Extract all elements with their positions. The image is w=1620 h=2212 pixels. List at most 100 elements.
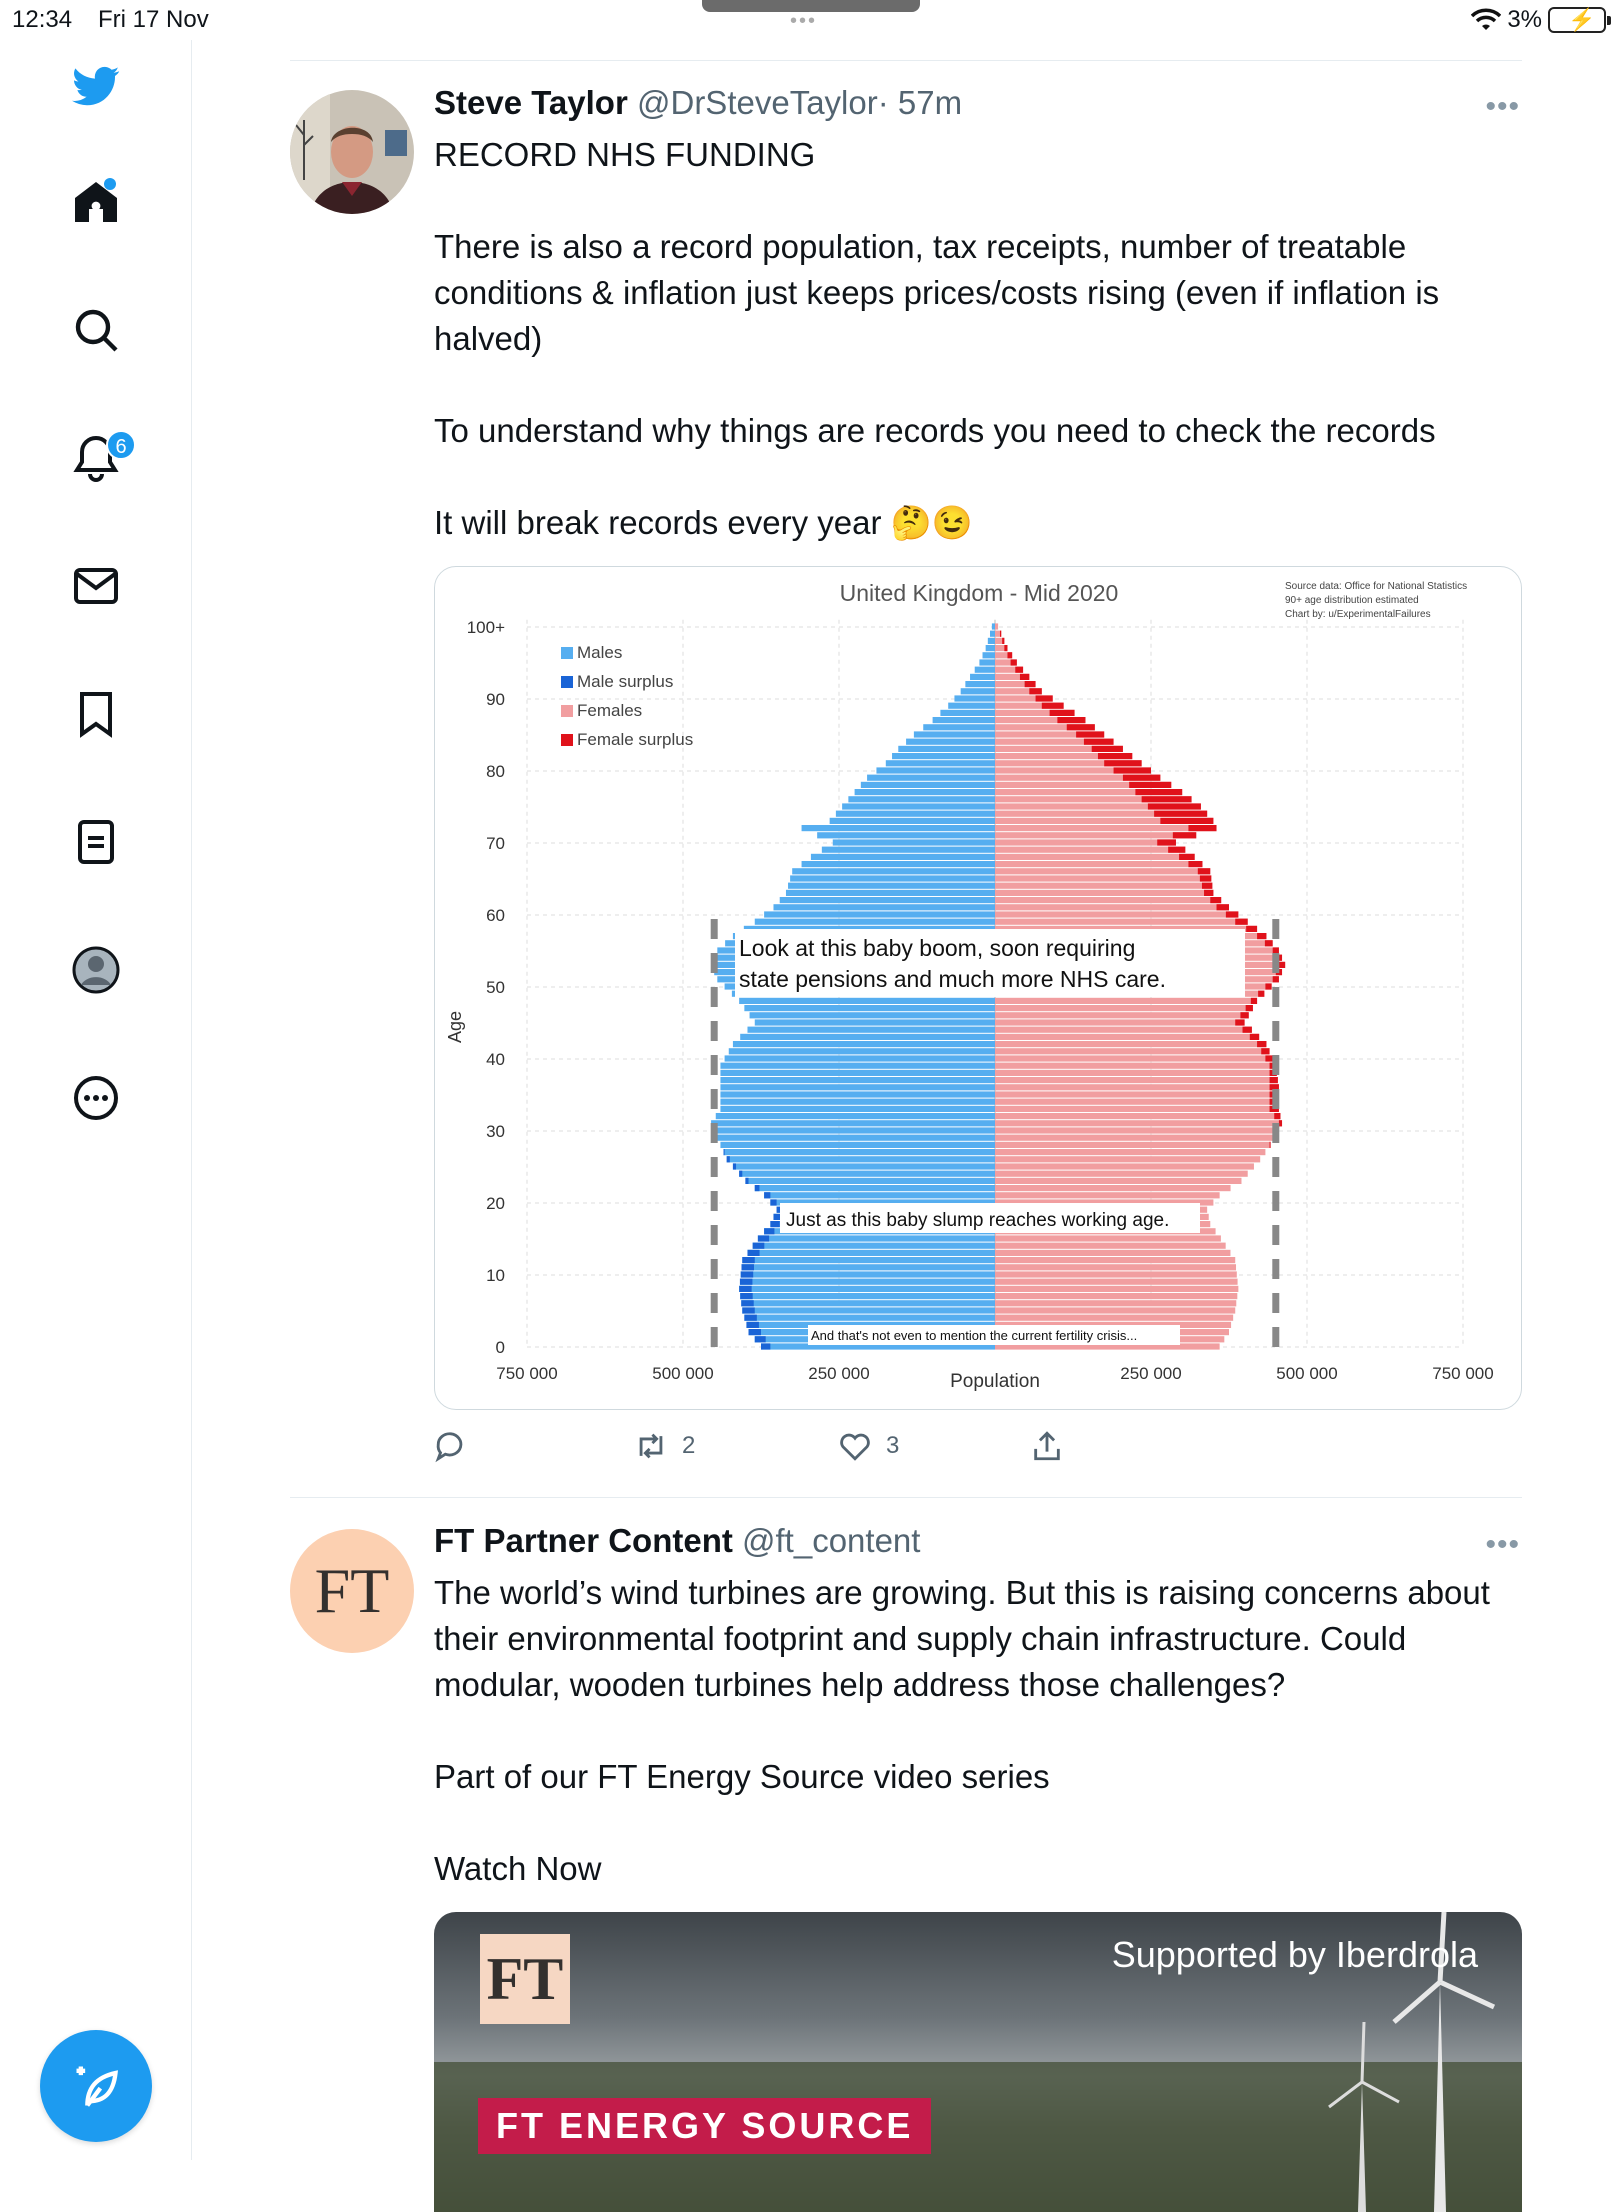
female-bar — [995, 846, 1186, 853]
male-surplus-bar — [752, 1242, 765, 1249]
tweet-more-icon[interactable]: ••• — [1485, 1528, 1520, 1562]
nav-explore[interactable] — [60, 294, 132, 366]
male-surplus-bar — [746, 1321, 759, 1328]
female-surplus-bar — [999, 630, 1002, 637]
male-bar — [790, 875, 995, 882]
female-surplus-bar — [1188, 825, 1217, 832]
y-tick-label: 30 — [486, 1122, 505, 1141]
female-surplus-bar — [1261, 1048, 1270, 1055]
male-bar — [801, 825, 995, 832]
annotation-text: Just as this baby slump reaches working … — [786, 1210, 1169, 1231]
compose-tweet-button[interactable] — [40, 2030, 152, 2142]
male-bar — [764, 1192, 995, 1199]
male-bar — [854, 789, 995, 796]
twitter-logo-icon[interactable] — [60, 50, 132, 122]
y-tick-label: 70 — [486, 834, 505, 853]
male-surplus-bar — [739, 1170, 743, 1177]
male-bar — [779, 897, 995, 904]
author-name[interactable]: Steve Taylor — [434, 84, 628, 121]
tweet-actions: 2 3 — [434, 1429, 1134, 1469]
male-bar — [740, 1293, 995, 1300]
search-icon — [75, 309, 118, 352]
author-name[interactable]: FT Partner Content — [434, 1522, 733, 1559]
female-bar — [995, 1091, 1279, 1098]
nav-lists[interactable] — [60, 806, 132, 878]
female-bar — [995, 882, 1213, 889]
lists-icon — [78, 820, 114, 864]
tweet-media-video[interactable]: FT Supported by Iberdrola FT ENERGY SOUR… — [434, 1912, 1522, 2212]
avatar[interactable]: FT — [290, 1529, 414, 1653]
male-bar — [724, 1055, 995, 1062]
female-bar — [995, 1105, 1279, 1112]
female-surplus-bar — [1235, 918, 1248, 925]
nav-more[interactable] — [60, 1062, 132, 1134]
female-surplus-bar — [1204, 889, 1214, 896]
avatar[interactable] — [290, 90, 414, 214]
male-bar — [785, 889, 995, 896]
annotation-text: And that's not even to mention the curre… — [811, 1328, 1137, 1343]
tweet-line: The world’s wind turbines are growing. B… — [434, 1574, 1490, 1703]
male-surplus-bar — [742, 1307, 755, 1314]
x-tick-label: 250 000 — [1120, 1364, 1181, 1383]
y-tick-label: 80 — [486, 762, 505, 781]
reply-button[interactable] — [434, 1429, 482, 1463]
male-bar — [742, 1257, 995, 1264]
male-bar — [711, 1120, 995, 1127]
notifications-badge: 6 — [106, 430, 136, 460]
like-button[interactable]: 3 — [838, 1429, 899, 1463]
male-bar — [817, 832, 995, 839]
author-handle[interactable]: @DrSteveTaylor — [637, 84, 878, 121]
female-bar — [995, 1005, 1253, 1012]
female-surplus-bar — [1035, 695, 1053, 702]
female-surplus-bar — [1269, 1077, 1278, 1084]
female-surplus-bar — [1122, 774, 1161, 781]
multitasking-dots-icon[interactable]: ••• — [790, 10, 817, 33]
x-tick-label: 750 000 — [496, 1364, 557, 1383]
male-bar — [932, 717, 995, 724]
female-surplus-bar — [1147, 803, 1201, 810]
tweet-line: RECORD NHS FUNDING — [434, 136, 816, 173]
tweet-header: Steve Taylor @DrSteveTaylor· 57m — [434, 84, 962, 122]
home-unread-dot — [104, 178, 116, 190]
legend-label: Females — [577, 701, 642, 720]
female-surplus-bar — [1129, 781, 1172, 788]
female-surplus-bar — [1272, 947, 1279, 954]
female-surplus-bar — [1278, 1120, 1283, 1127]
female-surplus-bar — [1168, 846, 1186, 853]
tweet-time[interactable]: · 57m — [878, 84, 962, 121]
male-bar — [720, 1098, 995, 1105]
male-bar — [906, 738, 995, 745]
female-surplus-bar — [1246, 925, 1258, 932]
female-bar — [995, 1185, 1231, 1192]
female-bar — [995, 1307, 1236, 1314]
tweet-more-icon[interactable]: ••• — [1485, 90, 1520, 124]
male-bar — [987, 637, 995, 644]
nav-bookmarks[interactable] — [60, 678, 132, 750]
tweet-media-chart[interactable]: United Kingdom - Mid 2020 Source data: O… — [434, 566, 1522, 1410]
nav-home[interactable] — [60, 166, 132, 238]
nav-profile[interactable] — [60, 934, 132, 1006]
female-bar — [995, 1033, 1260, 1040]
author-handle[interactable]: @ft_content — [742, 1522, 920, 1559]
nav-notifications[interactable]: 6 — [60, 422, 136, 494]
female-surplus-bar — [1257, 1041, 1267, 1048]
male-bar — [979, 659, 995, 666]
status-date: Fri 17 Nov — [98, 6, 209, 33]
female-surplus-bar — [1091, 745, 1123, 752]
female-surplus-bar — [1240, 1012, 1249, 1019]
male-bar — [715, 1113, 995, 1120]
status-right: 3% ⚡ — [1471, 6, 1611, 34]
female-bar — [995, 897, 1222, 904]
male-bar — [754, 1185, 995, 1192]
male-surplus-bar — [770, 1199, 777, 1206]
female-bar — [995, 1041, 1267, 1048]
share-button[interactable] — [1030, 1429, 1064, 1463]
status-time: 12:34 — [12, 6, 73, 33]
chart-xlabel: Population — [950, 1371, 1040, 1392]
female-bar — [995, 853, 1195, 860]
female-bar — [995, 1163, 1254, 1170]
male-surplus-bar — [723, 1149, 725, 1156]
nav-messages[interactable] — [60, 550, 132, 622]
female-bar — [995, 1127, 1279, 1134]
retweet-button[interactable]: 2 — [634, 1429, 695, 1463]
